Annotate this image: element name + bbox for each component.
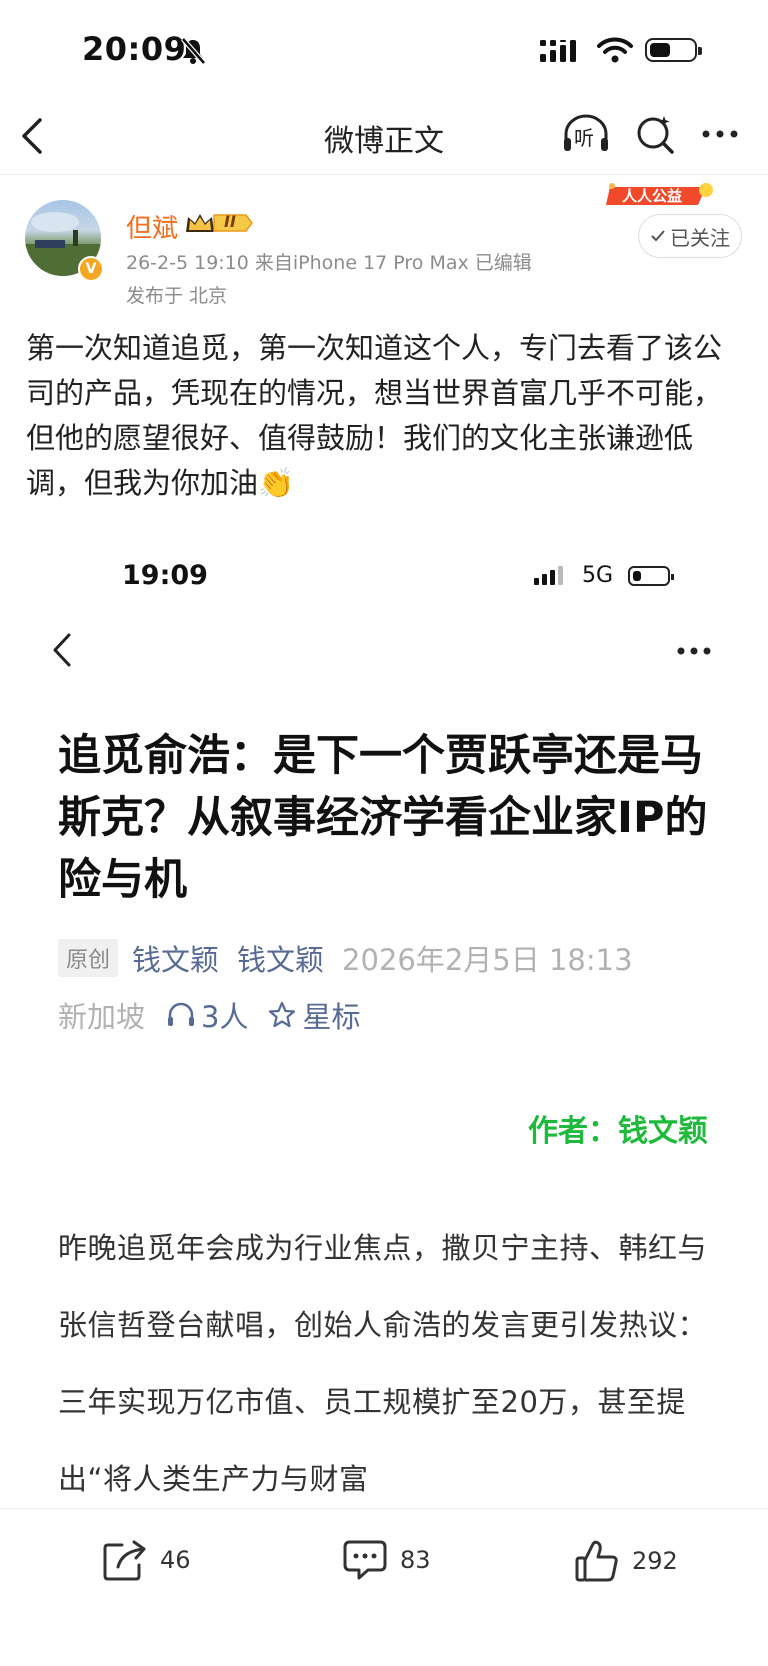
share-icon: [103, 1540, 146, 1581]
listen-button[interactable]: 听: [562, 114, 610, 154]
repost-button[interactable]: 46: [102, 1539, 191, 1581]
listen-label: 听: [574, 126, 594, 150]
embedded-battery-icon: [628, 566, 674, 586]
embedded-back-icon: [53, 633, 71, 667]
star-icon: [269, 1001, 296, 1028]
article-location: 新加坡: [58, 1000, 146, 1034]
vip-level-text: II: [224, 212, 236, 231]
verified-badge-icon: V: [78, 256, 104, 282]
star-button: 星标: [268, 994, 360, 1036]
embedded-more-icon: [677, 647, 711, 655]
nav-divider: [0, 174, 768, 175]
bell-muted-icon: [181, 37, 206, 65]
charity-label: 人人公益: [622, 187, 683, 205]
author-link: 钱文颖: [132, 943, 220, 977]
embedded-network-label: 5G: [582, 563, 614, 588]
post-location: 发布于 北京: [126, 285, 228, 307]
article-byline: 作者：钱文颖: [528, 1114, 708, 1149]
action-bar: 46 83 292: [0, 1508, 768, 1666]
charity-badge[interactable]: 人人公益: [606, 181, 716, 211]
original-tag: 原创: [58, 939, 119, 977]
headphones-icon: [168, 1002, 195, 1026]
repost-count: 46: [160, 1546, 191, 1574]
account-link: 钱文颖: [237, 943, 325, 977]
status-time: 20:09: [82, 30, 187, 68]
comment-button[interactable]: 83: [342, 1539, 431, 1581]
follow-button[interactable]: 已关注: [638, 214, 742, 258]
battery-icon: [645, 38, 702, 62]
wifi-icon: [597, 37, 633, 63]
listeners-text: 3人: [201, 1000, 249, 1034]
author-name[interactable]: 但斌: [126, 208, 178, 245]
crown-icon: [186, 214, 253, 232]
post-meta: 26-2-5 19:10 来自iPhone 17 Pro Max 已编辑: [126, 252, 532, 274]
article-meta-line2: 新加坡 3人 星标: [58, 994, 380, 1036]
like-button[interactable]: 292: [574, 1539, 678, 1583]
article-title: 追觅俞浩：是下一个贾跃亭还是马斯克？从叙事经济学看企业家IP的险与机: [58, 731, 708, 905]
comment-count: 83: [400, 1546, 431, 1574]
listeners-count: 3人: [167, 994, 248, 1036]
like-count: 292: [632, 1547, 678, 1575]
thumbs-up-icon: [575, 1540, 618, 1582]
embedded-status-time: 19:09: [122, 560, 208, 591]
article-date: 2026年2月5日 18:13: [342, 943, 633, 977]
article-body: 昨晚追觅年会成为行业焦点，撒贝宁主持、韩红与张信哲登台献唱，创始人俞浩的发言更引…: [58, 1231, 708, 1496]
check-icon: [651, 230, 665, 242]
more-icon[interactable]: [700, 128, 740, 140]
embedded-signal-icon: [534, 566, 563, 585]
comment-icon: [343, 1540, 387, 1580]
article-meta-line1: 原创 钱文颖 钱文颖 2026年2月5日 18:13: [58, 937, 633, 979]
follow-label: 已关注: [670, 225, 730, 250]
cellular-signal-icon: [540, 40, 576, 62]
star-label: 星标: [302, 1000, 361, 1034]
search-icon[interactable]: [634, 114, 676, 156]
post-text: 第一次知道追觅，第一次知道这个人，专门去看了该公司的产品，凭现在的情况，想当世界…: [26, 331, 723, 500]
vip-level-badge[interactable]: II: [184, 210, 254, 236]
